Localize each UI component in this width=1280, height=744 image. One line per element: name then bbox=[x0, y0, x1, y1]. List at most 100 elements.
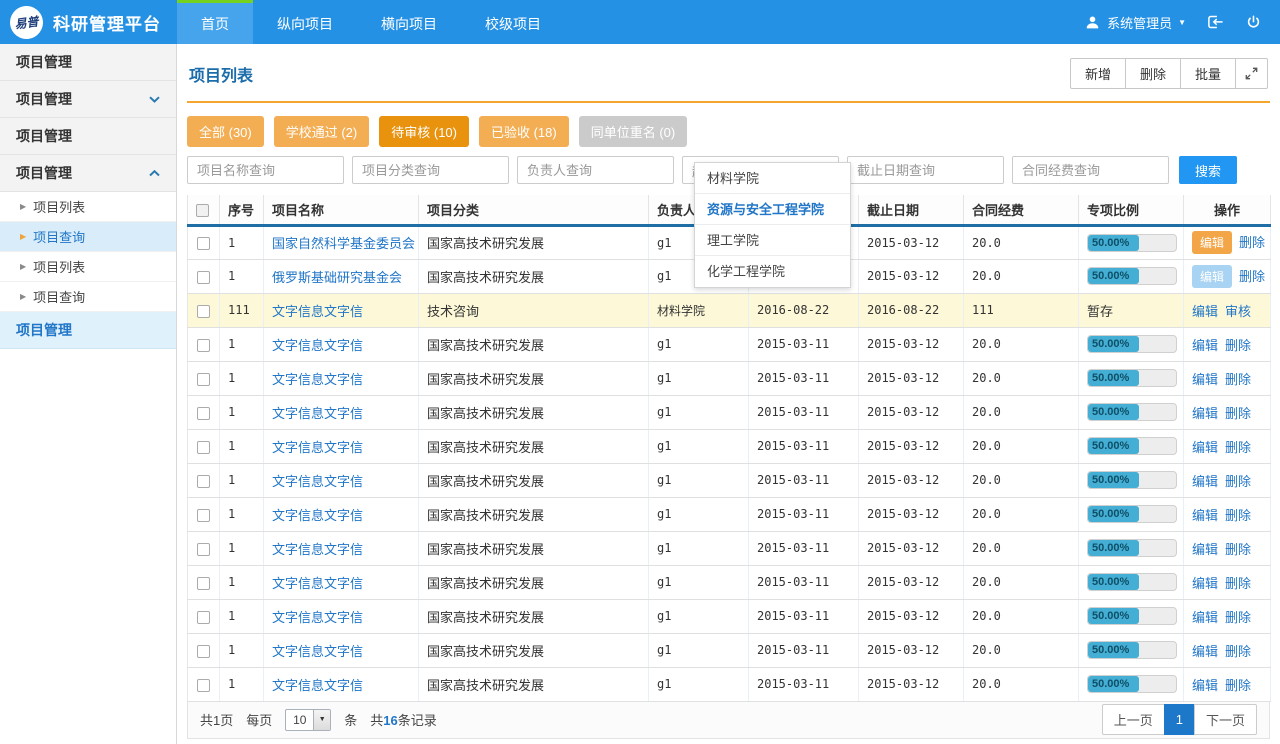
project-name-link[interactable]: 文字信息文字信 bbox=[272, 304, 363, 319]
power-icon[interactable] bbox=[1244, 13, 1262, 31]
edit-link[interactable]: 编辑 bbox=[1192, 610, 1218, 625]
end-date-input[interactable] bbox=[847, 156, 1004, 184]
row-checkbox[interactable] bbox=[197, 271, 210, 284]
sidebar-item-project-query-2[interactable]: ▶ 项目查询 bbox=[0, 282, 176, 312]
search-button[interactable]: 搜索 bbox=[1179, 156, 1237, 184]
prev-page-button[interactable]: 上一页 bbox=[1102, 704, 1165, 735]
edit-link[interactable]: 编辑 bbox=[1192, 338, 1218, 353]
progress-fill: 50.00% bbox=[1088, 438, 1139, 454]
add-button[interactable]: 新增 bbox=[1070, 58, 1126, 89]
sidebar-item-project-list-2[interactable]: ▶ 项目列表 bbox=[0, 252, 176, 282]
row-checkbox[interactable] bbox=[197, 475, 210, 488]
row-checkbox[interactable] bbox=[197, 611, 210, 624]
edit-link[interactable]: 编辑 bbox=[1192, 576, 1218, 591]
audit-link[interactable]: 审核 bbox=[1225, 304, 1251, 319]
delete-button[interactable]: 删除 bbox=[1125, 58, 1181, 89]
leader-cell: g1 bbox=[649, 361, 749, 395]
delete-link[interactable]: 删除 bbox=[1225, 508, 1251, 523]
project-name-link[interactable]: 文字信息文字信 bbox=[272, 338, 363, 353]
sidebar-group-project-management-1[interactable]: 项目管理 bbox=[0, 44, 176, 81]
project-name-input[interactable] bbox=[187, 156, 344, 184]
delete-link[interactable]: 删除 bbox=[1225, 372, 1251, 387]
sidebar-item-project-query-1[interactable]: ▶ 项目查询 bbox=[0, 222, 176, 252]
user-menu[interactable]: 系统管理员 ▼ bbox=[1083, 13, 1186, 32]
delete-link[interactable]: 删除 bbox=[1225, 338, 1251, 353]
project-name-link[interactable]: 文字信息文字信 bbox=[272, 508, 363, 523]
edit-link[interactable]: 编辑 bbox=[1192, 644, 1218, 659]
filter-tab-accepted[interactable]: 已验收 (18) bbox=[479, 116, 569, 147]
edit-button[interactable]: 编辑 bbox=[1192, 265, 1232, 288]
project-name-link[interactable]: 文字信息文字信 bbox=[272, 372, 363, 387]
page-size-select[interactable]: 10 ▼ bbox=[285, 709, 331, 731]
dropdown-item-chemical-college[interactable]: 化学工程学院 bbox=[695, 256, 850, 287]
edit-link[interactable]: 编辑 bbox=[1192, 474, 1218, 489]
sidebar-group-project-management-2[interactable]: 项目管理 bbox=[0, 81, 176, 118]
leader-input[interactable] bbox=[517, 156, 674, 184]
sidebar-group-project-management-5[interactable]: 项目管理 bbox=[0, 312, 176, 349]
delete-link[interactable]: 删除 bbox=[1225, 474, 1251, 489]
end-date-cell: 2015-03-12 bbox=[859, 531, 964, 565]
delete-link[interactable]: 删除 bbox=[1239, 269, 1265, 284]
edit-link[interactable]: 编辑 bbox=[1192, 304, 1218, 319]
dropdown-item-materials-college[interactable]: 材料学院 bbox=[695, 163, 850, 194]
project-category-input[interactable] bbox=[352, 156, 509, 184]
edit-link[interactable]: 编辑 bbox=[1192, 372, 1218, 387]
row-checkbox[interactable] bbox=[197, 679, 210, 692]
filter-tab-duplicate-name[interactable]: 同单位重名 (0) bbox=[579, 116, 688, 147]
project-name-link[interactable]: 文字信息文字信 bbox=[272, 610, 363, 625]
dropdown-item-resources-safety-college[interactable]: 资源与安全工程学院 bbox=[695, 194, 850, 225]
delete-link[interactable]: 删除 bbox=[1225, 576, 1251, 591]
project-name-link[interactable]: 文字信息文字信 bbox=[272, 576, 363, 591]
switch-account-icon[interactable] bbox=[1206, 13, 1224, 31]
page-1-button[interactable]: 1 bbox=[1164, 704, 1195, 735]
delete-link[interactable]: 删除 bbox=[1225, 610, 1251, 625]
nav-tab-horizontal-projects[interactable]: 横向项目 bbox=[357, 0, 461, 44]
row-checkbox[interactable] bbox=[197, 577, 210, 590]
filter-tab-school-approved[interactable]: 学校通过 (2) bbox=[274, 116, 370, 147]
batch-button[interactable]: 批量 bbox=[1180, 58, 1236, 89]
delete-link[interactable]: 删除 bbox=[1225, 644, 1251, 659]
sidebar-group-project-management-3[interactable]: 项目管理 bbox=[0, 118, 176, 155]
nav-tab-school-projects[interactable]: 校级项目 bbox=[461, 0, 565, 44]
row-checkbox[interactable] bbox=[197, 305, 210, 318]
delete-link[interactable]: 删除 bbox=[1225, 406, 1251, 421]
row-checkbox[interactable] bbox=[197, 441, 210, 454]
project-name-link[interactable]: 文字信息文字信 bbox=[272, 406, 363, 421]
category-cell: 国家高技术研究发展 bbox=[419, 497, 649, 531]
edit-link[interactable]: 编辑 bbox=[1192, 542, 1218, 557]
delete-link[interactable]: 删除 bbox=[1225, 440, 1251, 455]
project-name-link[interactable]: 文字信息文字信 bbox=[272, 644, 363, 659]
row-checkbox[interactable] bbox=[197, 543, 210, 556]
edit-button[interactable]: 编辑 bbox=[1192, 231, 1232, 254]
row-checkbox[interactable] bbox=[197, 509, 210, 522]
filter-tab-pending-review[interactable]: 待审核 (10) bbox=[379, 116, 469, 147]
project-name-link[interactable]: 俄罗斯基础研究基金会 bbox=[272, 270, 402, 285]
row-checkbox[interactable] bbox=[197, 373, 210, 386]
project-name-link[interactable]: 文字信息文字信 bbox=[272, 542, 363, 557]
delete-link[interactable]: 删除 bbox=[1225, 678, 1251, 693]
nav-tab-home[interactable]: 首页 bbox=[177, 0, 253, 44]
fee-input[interactable] bbox=[1012, 156, 1169, 184]
sidebar-item-project-list-1[interactable]: ▶ 项目列表 bbox=[0, 192, 176, 222]
project-name-link[interactable]: 文字信息文字信 bbox=[272, 440, 363, 455]
select-all-checkbox[interactable] bbox=[196, 204, 209, 217]
project-name-link[interactable]: 国家自然科学基金委员会 bbox=[272, 236, 415, 251]
dropdown-item-science-college[interactable]: 理工学院 bbox=[695, 225, 850, 256]
edit-link[interactable]: 编辑 bbox=[1192, 406, 1218, 421]
fullscreen-button[interactable] bbox=[1235, 58, 1268, 89]
next-page-button[interactable]: 下一页 bbox=[1194, 704, 1257, 735]
project-name-link[interactable]: 文字信息文字信 bbox=[272, 474, 363, 489]
edit-link[interactable]: 编辑 bbox=[1192, 678, 1218, 693]
row-checkbox[interactable] bbox=[197, 339, 210, 352]
delete-link[interactable]: 删除 bbox=[1239, 235, 1265, 250]
filter-tab-all[interactable]: 全部 (30) bbox=[187, 116, 264, 147]
row-checkbox[interactable] bbox=[197, 237, 210, 250]
project-name-link[interactable]: 文字信息文字信 bbox=[272, 678, 363, 693]
edit-link[interactable]: 编辑 bbox=[1192, 440, 1218, 455]
edit-link[interactable]: 编辑 bbox=[1192, 508, 1218, 523]
delete-link[interactable]: 删除 bbox=[1225, 542, 1251, 557]
row-checkbox[interactable] bbox=[197, 407, 210, 420]
row-checkbox[interactable] bbox=[197, 645, 210, 658]
sidebar-group-project-management-4[interactable]: 项目管理 bbox=[0, 155, 176, 192]
nav-tab-vertical-projects[interactable]: 纵向项目 bbox=[253, 0, 357, 44]
